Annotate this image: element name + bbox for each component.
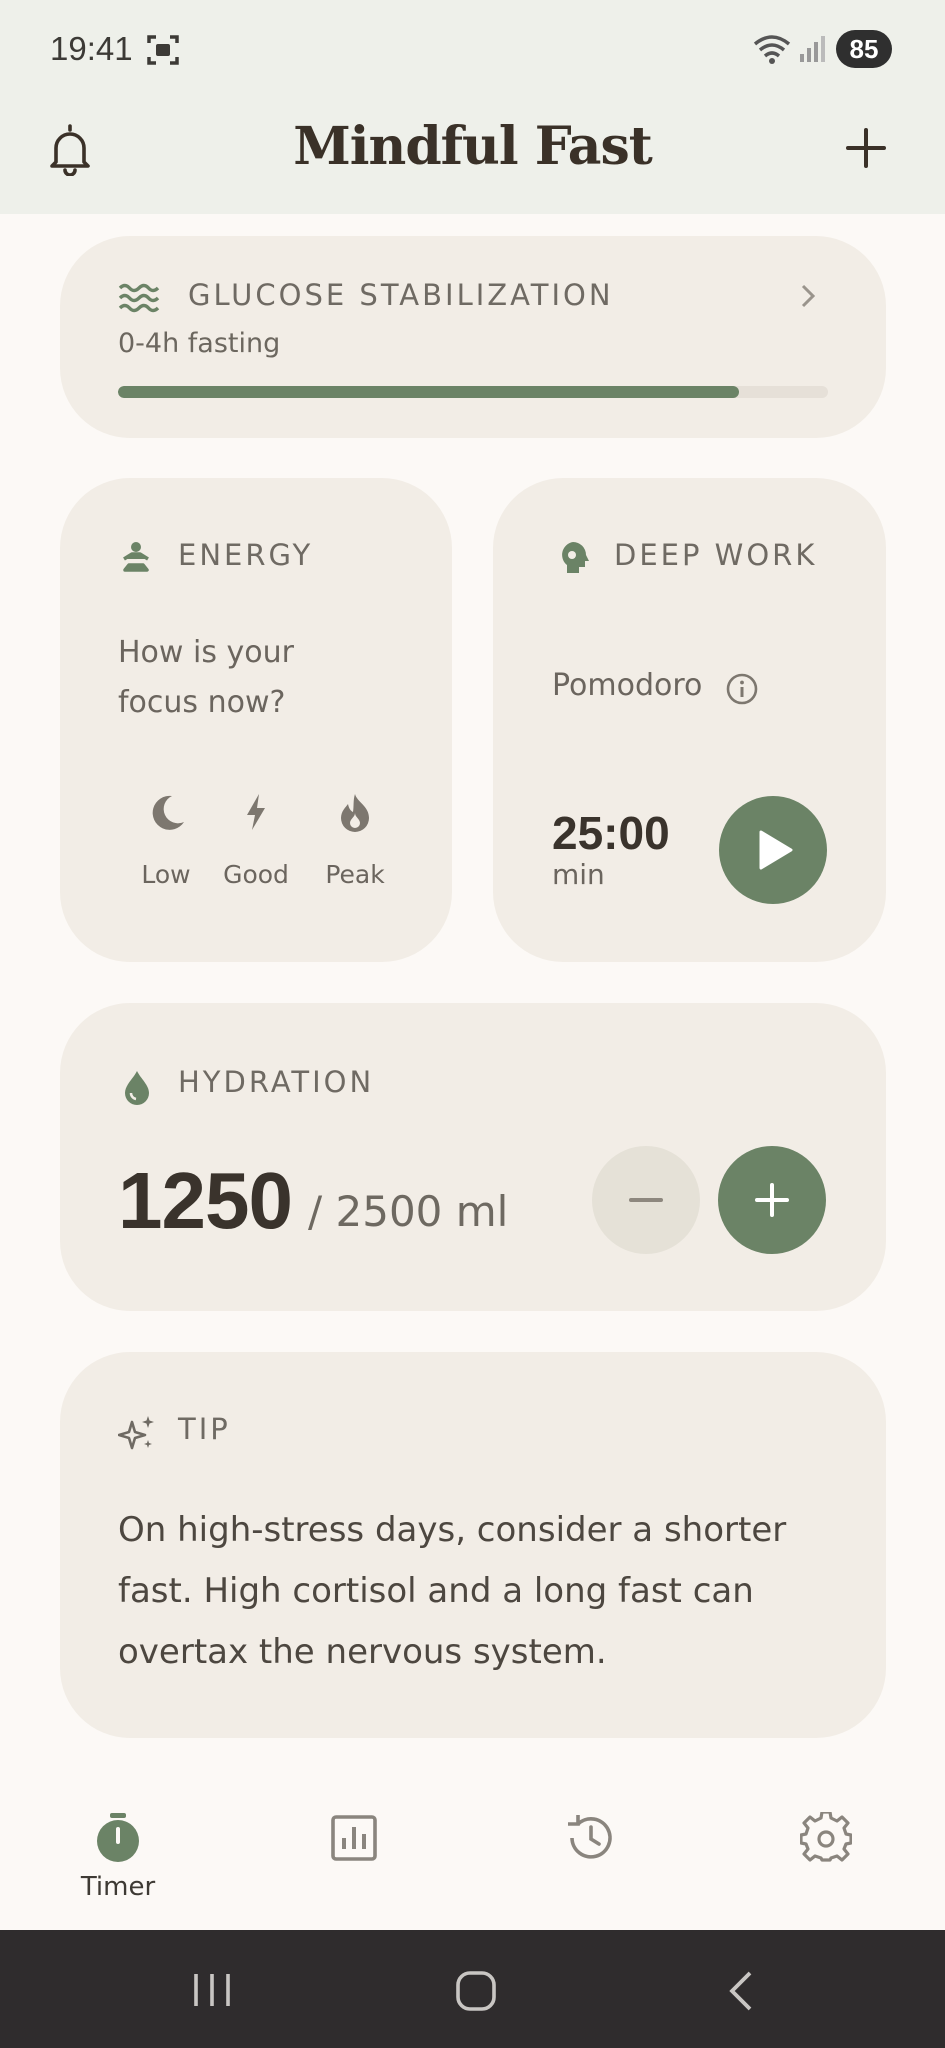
- add-icon[interactable]: [842, 124, 890, 172]
- bottom-navigation: Timer: [0, 1800, 945, 1930]
- moon-icon: [152, 795, 184, 830]
- status-bar: 19:41 85: [0, 0, 945, 98]
- energy-option-low[interactable]: Low: [116, 790, 216, 889]
- minus-icon: [629, 1198, 663, 1202]
- play-button[interactable]: [719, 796, 827, 904]
- meditation-icon: [123, 542, 149, 572]
- hydration-goal: / 2500 ml: [308, 1187, 509, 1236]
- hydration-label: HYDRATION: [178, 1065, 375, 1099]
- deep-work-card: DEEP WORK Pomodoro 25:00 min: [493, 478, 886, 962]
- nav-timer-label: Timer: [80, 1872, 156, 1902]
- energy-option-label: Low: [141, 860, 191, 889]
- hydration-value: 1250: [118, 1156, 293, 1245]
- gear-icon: [800, 1812, 852, 1862]
- signal-icon: [800, 36, 825, 62]
- bar-chart-icon: [331, 1815, 377, 1861]
- water-drop-icon: [125, 1071, 149, 1105]
- glucose-progress-bar: [118, 386, 828, 398]
- status-time: 19:41: [50, 30, 133, 67]
- system-navigation-bar: [0, 1930, 945, 2048]
- wifi-icon: [753, 35, 791, 64]
- plus-icon: [755, 1183, 789, 1217]
- info-icon[interactable]: [725, 672, 759, 706]
- decrease-water-button[interactable]: [592, 1146, 700, 1254]
- nav-stats[interactable]: [294, 1812, 414, 1864]
- glucose-label: GLUCOSE STABILIZATION: [188, 278, 614, 312]
- screen-record-icon: [147, 35, 179, 65]
- deep-work-label: DEEP WORK: [614, 538, 818, 572]
- home-icon[interactable]: [455, 1970, 497, 2012]
- flame-icon: [341, 794, 369, 832]
- history-icon: [568, 1815, 612, 1859]
- bolt-icon: [247, 794, 265, 830]
- energy-card: ENERGY How is your focus now? Low Good P…: [60, 478, 452, 962]
- sparkles-icon: [118, 1416, 154, 1450]
- nav-timer[interactable]: Timer: [58, 1812, 178, 1902]
- stopwatch-icon: [97, 1813, 139, 1862]
- energy-option-good[interactable]: Good: [206, 790, 306, 889]
- brain-head-icon: [562, 542, 589, 573]
- nav-settings[interactable]: [766, 1812, 886, 1864]
- glucose-stabilization-card[interactable]: GLUCOSE STABILIZATION 0-4h fasting: [60, 236, 886, 438]
- energy-option-label: Good: [223, 860, 289, 889]
- deep-work-unit: min: [552, 858, 605, 891]
- deep-work-mode: Pomodoro: [552, 668, 703, 703]
- nav-history[interactable]: [530, 1812, 650, 1864]
- tip-label: TIP: [178, 1412, 231, 1446]
- play-icon: [759, 830, 793, 870]
- waves-icon: [118, 283, 160, 313]
- battery-icon: 85: [836, 30, 892, 68]
- glucose-progress-fill: [118, 386, 740, 398]
- tip-card: TIP On high-stress days, consider a shor…: [60, 1352, 886, 1738]
- increase-water-button[interactable]: [718, 1146, 826, 1254]
- energy-option-peak[interactable]: Peak: [305, 790, 405, 889]
- glucose-subtitle: 0-4h fasting: [118, 328, 281, 359]
- recent-apps-icon[interactable]: [190, 1972, 234, 2008]
- energy-question: How is your focus now?: [118, 635, 294, 720]
- hydration-card: HYDRATION 1250 / 2500 ml: [60, 1003, 886, 1311]
- deep-work-timer: 25:00: [552, 807, 670, 859]
- app-bar: Mindful Fast: [0, 98, 945, 214]
- tip-text: On high-stress days, consider a shorter …: [118, 1510, 787, 1672]
- energy-option-label: Peak: [325, 860, 385, 889]
- page-title: Mindful Fast: [293, 116, 653, 177]
- energy-label: ENERGY: [178, 538, 314, 572]
- chevron-right-icon[interactable]: [796, 280, 820, 312]
- back-icon[interactable]: [724, 1970, 756, 2012]
